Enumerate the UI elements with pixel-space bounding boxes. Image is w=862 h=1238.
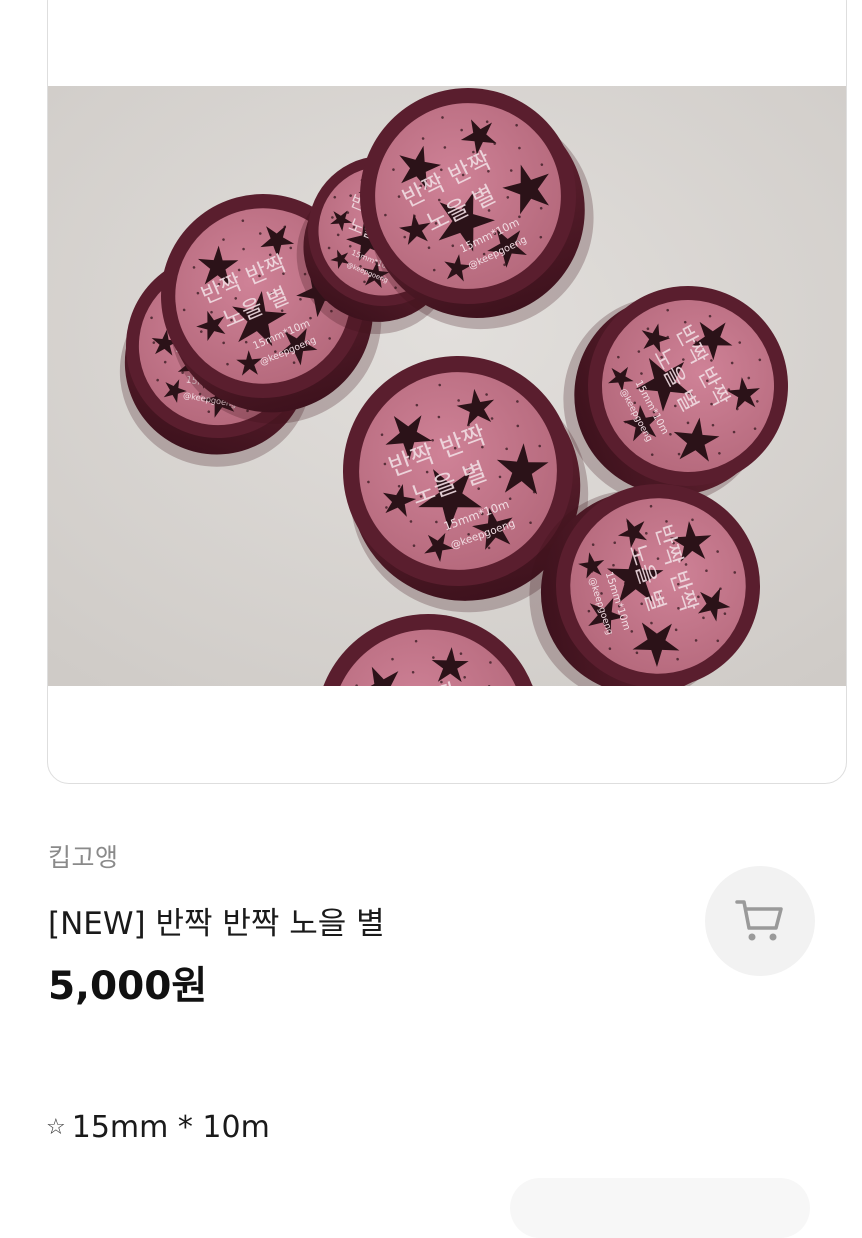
next-content-card: [510, 1178, 810, 1238]
cart-icon: [735, 900, 783, 941]
product-photo: 반짝 반짝노을 별15mm*10m@keepgoeng반짝 반짝노을 별15mm…: [48, 86, 846, 686]
shop-name[interactable]: 킵고앵: [48, 838, 119, 874]
product-spec: ☆ 15mm * 10m: [46, 1110, 270, 1145]
add-to-cart-button[interactable]: [705, 866, 815, 976]
product-price: 5,000원: [48, 964, 208, 1009]
spec-text: 15mm * 10m: [71, 1110, 270, 1145]
star-outline-icon: ☆: [46, 1115, 66, 1140]
product-image-card[interactable]: 반짝 반짝노을 별15mm*10m@keepgoeng반짝 반짝노을 별15mm…: [47, 0, 847, 784]
product-title: [NEW] 반짝 반짝 노을 별: [48, 906, 385, 942]
